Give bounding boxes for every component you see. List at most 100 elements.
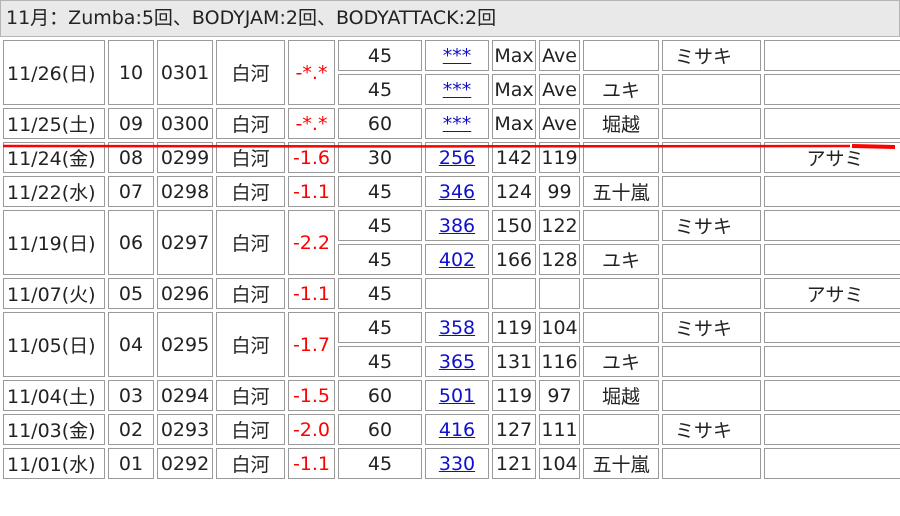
session-code-cell: 0296 [157, 278, 213, 309]
duration-cell: 45 [338, 40, 422, 71]
duration-cell: 45 [338, 346, 422, 377]
table-row: 11/07(火) 05 0296 白河 -1.1 45 アサミ [3, 278, 900, 309]
session-number-cell: 09 [108, 108, 154, 139]
weight-change-cell: -*.* [288, 40, 335, 105]
calorie-link-cell: 365 [425, 346, 489, 377]
instructor-cell-1 [583, 312, 659, 343]
calorie-link[interactable]: 501 [439, 385, 475, 407]
calorie-link[interactable]: 416 [439, 419, 475, 441]
table-row: 11/04(土) 03 0294 白河 -1.5 60 501 119 97 堀越 [3, 380, 900, 411]
avg-heart-rate-cell: Ave [539, 108, 580, 139]
date-cell: 11/01(水) [3, 448, 105, 479]
duration-cell: 45 [338, 210, 422, 241]
instructor-cell-2: ミサキ [662, 40, 761, 71]
weight-change-cell: -1.1 [288, 176, 335, 207]
instructor-cell-2 [662, 448, 761, 479]
session-code-cell: 0297 [157, 210, 213, 275]
table-row: 11/22(水) 07 0298 白河 -1.1 45 346 124 99 五十嵐 [3, 176, 900, 207]
calorie-link[interactable]: *** [443, 79, 472, 101]
instructor-cell-3 [764, 108, 900, 139]
avg-heart-rate-cell: 128 [539, 244, 580, 275]
calorie-link-cell: 416 [425, 414, 489, 445]
location-cell: 白河 [216, 40, 285, 105]
instructor-cell-2 [662, 108, 761, 139]
avg-heart-rate-cell: 116 [539, 346, 580, 377]
duration-cell: 45 [338, 278, 422, 309]
calorie-link[interactable]: 365 [439, 351, 475, 373]
max-heart-rate-cell: 127 [492, 414, 536, 445]
instructor-cell-3 [764, 414, 900, 445]
calorie-link[interactable]: 358 [439, 317, 475, 339]
calorie-link-cell [425, 278, 489, 309]
weight-change-cell: -1.1 [288, 448, 335, 479]
instructor-cell-1 [583, 40, 659, 71]
instructor-cell-3 [764, 176, 900, 207]
instructor-cell-1: ユキ [583, 244, 659, 275]
calorie-link[interactable]: 386 [439, 215, 475, 237]
max-heart-rate-cell: Max [492, 40, 536, 71]
calorie-link-cell: *** [425, 40, 489, 71]
instructor-cell-2 [662, 346, 761, 377]
avg-heart-rate-cell: 104 [539, 312, 580, 343]
session-number-cell: 06 [108, 210, 154, 275]
instructor-cell-2: ミサキ [662, 210, 761, 241]
date-cell: 11/25(土) [3, 108, 105, 139]
calorie-link[interactable]: *** [443, 45, 472, 67]
calorie-link-cell: 501 [425, 380, 489, 411]
calorie-link[interactable]: 330 [439, 453, 475, 475]
session-code-cell: 0293 [157, 414, 213, 445]
max-heart-rate-cell: Max [492, 108, 536, 139]
session-number-cell: 01 [108, 448, 154, 479]
avg-heart-rate-cell: 104 [539, 448, 580, 479]
avg-heart-rate-cell [539, 278, 580, 309]
location-cell: 白河 [216, 278, 285, 309]
weight-change-cell: -1.5 [288, 380, 335, 411]
session-number-cell: 05 [108, 278, 154, 309]
workout-log-table: 11/26(日) 10 0301 白河 -*.* 45 *** Max Ave ミサキ 45 *** M… [0, 37, 900, 482]
red-underline-end [851, 144, 896, 149]
date-cell: 11/07(火) [3, 278, 105, 309]
instructor-cell-3 [764, 346, 900, 377]
calorie-link[interactable]: 402 [439, 249, 475, 271]
instructor-cell-2 [662, 278, 761, 309]
duration-cell: 60 [338, 414, 422, 445]
weight-change-cell: -1.1 [288, 278, 335, 309]
instructor-cell-3 [764, 380, 900, 411]
calorie-link-cell: 330 [425, 448, 489, 479]
calorie-link[interactable]: 346 [439, 181, 475, 203]
max-heart-rate-cell [492, 278, 536, 309]
location-cell: 白河 [216, 414, 285, 445]
session-code-cell: 0301 [157, 40, 213, 105]
instructor-cell-1: 五十嵐 [583, 448, 659, 479]
max-heart-rate-cell: 124 [492, 176, 536, 207]
max-heart-rate-cell: Max [492, 74, 536, 105]
calorie-link-cell: 346 [425, 176, 489, 207]
weight-change-cell: -1.7 [288, 312, 335, 377]
instructor-cell-3 [764, 312, 900, 343]
date-cell: 11/26(日) [3, 40, 105, 105]
calorie-link-cell: 358 [425, 312, 489, 343]
location-cell: 白河 [216, 176, 285, 207]
weight-change-cell: -2.2 [288, 210, 335, 275]
table-row: 11/05(日) 04 0295 白河 -1.7 45 358 119 104 ミサキ [3, 312, 900, 377]
date-cell: 11/03(金) [3, 414, 105, 445]
max-heart-rate-cell: 121 [492, 448, 536, 479]
date-cell: 11/19(日) [3, 210, 105, 275]
calorie-link[interactable]: *** [443, 113, 472, 135]
max-heart-rate-cell: 119 [492, 312, 536, 343]
instructor-cell-3 [764, 40, 900, 71]
table-row: 11/03(金) 02 0293 白河 -2.0 60 416 127 111 ミサキ [3, 414, 900, 445]
max-heart-rate-cell: 119 [492, 380, 536, 411]
instructor-cell-1: 五十嵐 [583, 176, 659, 207]
duration-cell: 45 [338, 448, 422, 479]
location-cell: 白河 [216, 108, 285, 139]
calorie-link-cell: *** [425, 74, 489, 105]
table-row: 11/19(日) 06 0297 白河 -2.2 45 386 150 122 ミサキ [3, 210, 900, 275]
instructor-cell-2 [662, 74, 761, 105]
instructor-cell-1: ユキ [583, 346, 659, 377]
instructor-cell-1: 堀越 [583, 108, 659, 139]
max-heart-rate-cell: 150 [492, 210, 536, 241]
instructor-cell-1 [583, 210, 659, 241]
max-heart-rate-cell: 131 [492, 346, 536, 377]
table-row: 11/26(日) 10 0301 白河 -*.* 45 *** Max Ave ミサキ [3, 40, 900, 105]
